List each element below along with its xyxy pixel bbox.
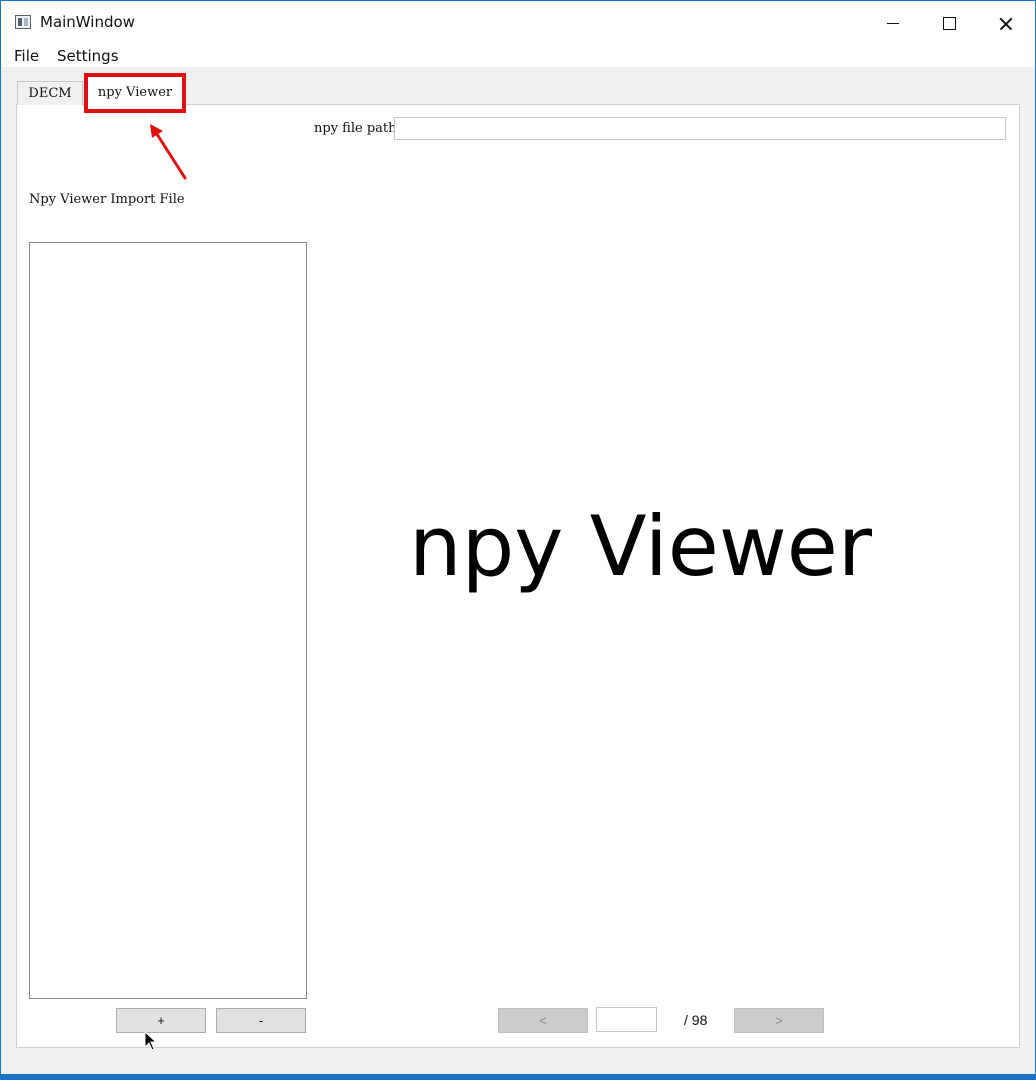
menu-settings[interactable]: Settings: [57, 47, 119, 65]
app-window-icon: [15, 15, 31, 29]
next-page-button[interactable]: >: [734, 1008, 824, 1033]
add-file-button[interactable]: +: [116, 1008, 206, 1033]
page-number-input[interactable]: [596, 1007, 657, 1032]
title-bar[interactable]: MainWindow: [1, 1, 1035, 45]
import-file-list[interactable]: [29, 242, 307, 999]
close-icon[interactable]: [977, 1, 1033, 45]
maximize-icon[interactable]: [921, 1, 977, 45]
main-window: MainWindow File Settings DECM npy Viewer…: [0, 0, 1036, 1080]
window-bottom-border: [0, 1074, 1036, 1080]
tab-npy-viewer[interactable]: npy Viewer: [84, 73, 186, 113]
tab-decm[interactable]: DECM: [17, 81, 83, 105]
mouse-cursor-icon: [144, 1031, 158, 1051]
menu-file[interactable]: File: [14, 47, 39, 65]
npy-file-path-label: npy file path: [314, 121, 397, 136]
import-file-label: Npy Viewer Import File: [29, 192, 185, 207]
page-total-label: / 98: [684, 1012, 708, 1028]
npy-file-path-input[interactable]: [394, 117, 1006, 140]
window-title: MainWindow: [40, 13, 135, 31]
viewer-display-text: npy Viewer: [409, 498, 872, 595]
prev-page-button[interactable]: <: [498, 1008, 588, 1033]
remove-file-button[interactable]: -: [216, 1008, 306, 1033]
annotation-arrow-icon: [150, 124, 187, 180]
minimize-icon[interactable]: [865, 1, 921, 45]
menu-bar: File Settings: [1, 45, 1035, 67]
